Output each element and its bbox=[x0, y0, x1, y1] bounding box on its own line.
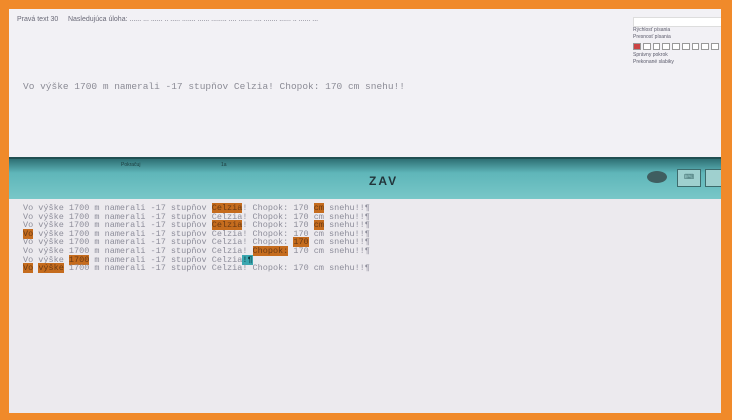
progress-dot bbox=[633, 43, 641, 50]
typed-segment: 170 cm snehu!!¶ bbox=[288, 245, 370, 256]
progress-dot bbox=[672, 43, 680, 50]
error-highlight: Chopok: bbox=[252, 245, 289, 256]
keyboard-icon[interactable]: ⌨ bbox=[677, 169, 701, 187]
progress-dots bbox=[633, 43, 720, 50]
instruction-main: Nasledujúca úloha: ...... ... ...... .. … bbox=[67, 16, 319, 23]
stats-label-accuracy: Presnosť písania bbox=[633, 34, 671, 40]
typed-line: Vo výške 1700 m namerali -17 stupňov Cel… bbox=[23, 263, 370, 274]
app-title: ZAV bbox=[369, 174, 399, 188]
eye-icon[interactable] bbox=[647, 171, 667, 183]
exit-icon[interactable] bbox=[705, 169, 721, 187]
app-toolbar: Pokračuj 1a ZAV ⌨ bbox=[9, 157, 721, 199]
stats-input-box bbox=[633, 17, 721, 27]
typed-text-area[interactable]: Vo výške 1700 m namerali -17 stupňov Cel… bbox=[23, 203, 370, 274]
stats-label-speed: Rýchlosť písania bbox=[633, 27, 671, 33]
stats-label-syllables: Prekonané slabiky bbox=[633, 59, 674, 65]
progress-dot bbox=[691, 43, 700, 50]
instruction-text: Pravá text 30 Nasledujúca úloha: ...... … bbox=[17, 15, 617, 24]
progress-dot bbox=[711, 43, 720, 50]
progress-dot bbox=[681, 43, 690, 50]
exercise-panel: Pravá text 30 Nasledujúca úloha: ...... … bbox=[9, 9, 721, 157]
error-highlight: výške bbox=[38, 263, 64, 274]
progress-dot bbox=[662, 43, 671, 50]
toolbar-label-left: Pokračuj bbox=[121, 162, 141, 168]
progress-dot bbox=[642, 43, 651, 50]
error-highlight: Vo bbox=[23, 263, 34, 274]
stats-label-progress: Správny pokrok bbox=[633, 52, 668, 58]
progress-dot bbox=[701, 43, 710, 50]
typed-segment: 1700 m namerali -17 stupňov Celzia! Chop… bbox=[63, 263, 370, 274]
progress-dot bbox=[652, 43, 661, 50]
instruction-sub: Pravá text 30 bbox=[17, 16, 59, 23]
monitor-screen: Pravá text 30 Nasledujúca úloha: ...... … bbox=[9, 9, 721, 413]
toolbar-label-mid: 1a bbox=[221, 162, 227, 168]
exercise-sentence: Vo výške 1700 m namerali -17 stupňov Cel… bbox=[23, 81, 405, 92]
stats-panel: Rýchlosť písania Presnosť písania Správn… bbox=[633, 17, 721, 87]
